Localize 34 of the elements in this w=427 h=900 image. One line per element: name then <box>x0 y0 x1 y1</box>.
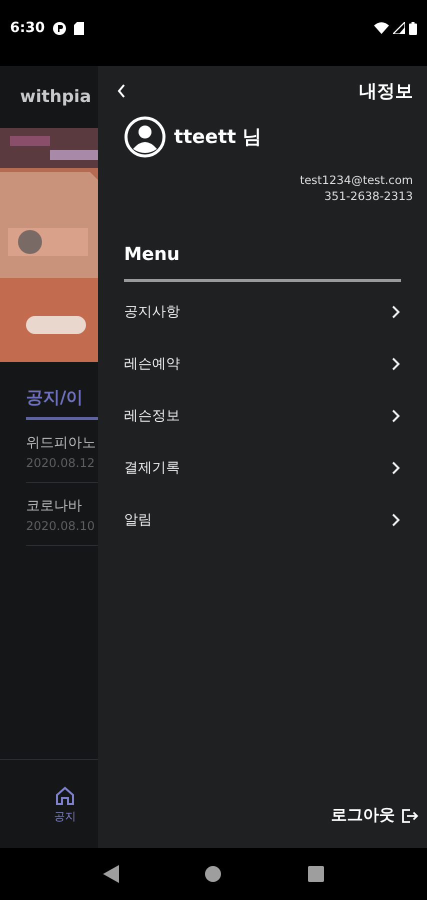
menu-item[interactable]: 결제기록 <box>124 442 401 494</box>
notification-icon <box>52 22 66 34</box>
logout-icon <box>401 808 419 824</box>
recents-nav-button[interactable] <box>308 866 324 882</box>
signal-icon <box>393 22 405 34</box>
back-nav-button[interactable] <box>103 865 120 883</box>
chevron-right-icon <box>391 357 401 371</box>
drawer-title: 내정보 <box>359 80 413 103</box>
battery-icon <box>409 22 417 34</box>
app-title: withpia <box>19 86 92 109</box>
avatar-icon <box>124 116 166 158</box>
chevron-right-icon <box>391 409 401 423</box>
user-phone: 351-2638-2313 <box>324 188 413 204</box>
chevron-right-icon <box>391 305 401 319</box>
menu-item[interactable]: 알림 <box>124 494 401 546</box>
notice-date: 2020.08.12 <box>26 456 96 470</box>
home-nav-button[interactable] <box>205 866 222 882</box>
wifi-icon <box>374 22 389 34</box>
logout-button[interactable]: 로그아웃 <box>331 805 419 826</box>
chevron-right-icon <box>391 513 401 527</box>
sd-card-icon <box>74 22 84 34</box>
home-nav-item[interactable]: 공지 <box>54 784 76 824</box>
chevron-right-icon <box>391 461 401 475</box>
menu-item[interactable]: 공지사항 <box>124 286 401 338</box>
notice-date: 2020.08.10 <box>26 519 96 533</box>
menu-item[interactable]: 레슨정보 <box>124 390 401 442</box>
notice-title[interactable]: 위드피아노 <box>26 434 98 452</box>
user-name: tteett 님 <box>174 125 262 150</box>
menu-heading: Menu <box>124 244 401 282</box>
notice-title[interactable]: 코로나바 <box>26 497 98 515</box>
home-icon <box>54 784 76 806</box>
menu-item[interactable]: 레슨예약 <box>124 338 401 390</box>
user-email: test1234@test.com <box>300 172 413 188</box>
status-time: 6:30 <box>10 20 45 36</box>
